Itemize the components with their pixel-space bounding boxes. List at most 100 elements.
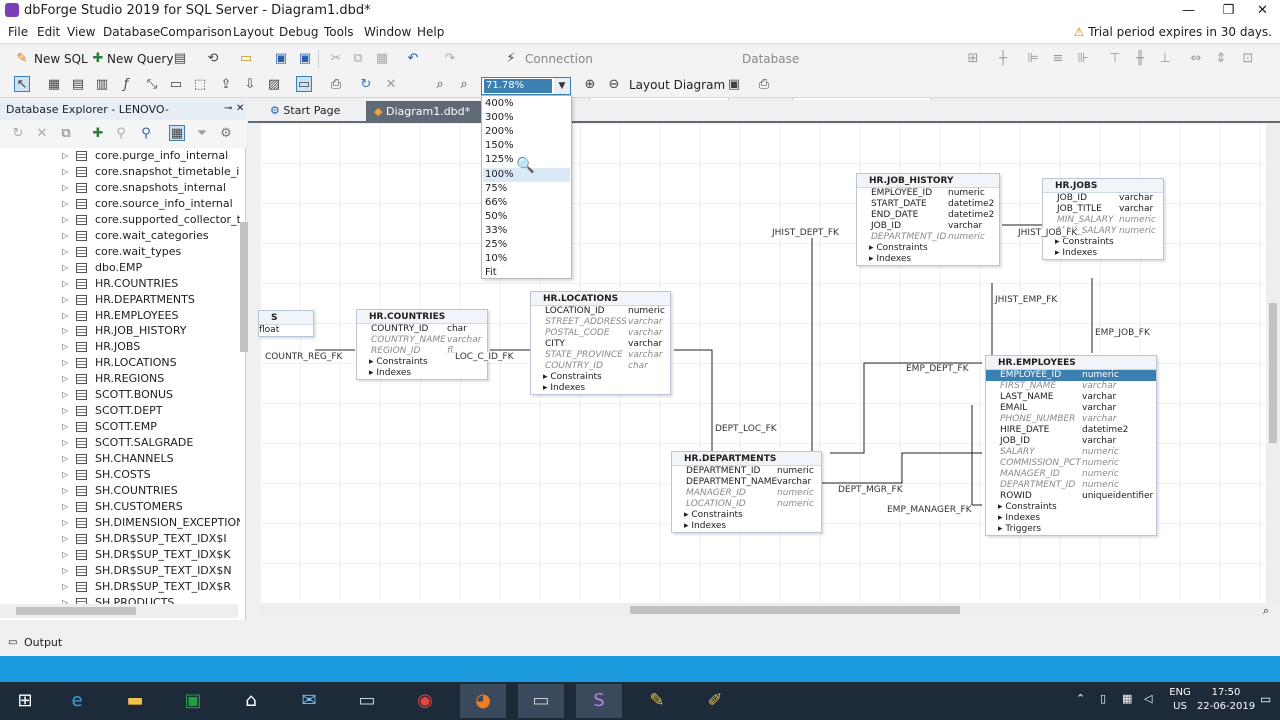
fk-label-jhist-job[interactable]: JHIST_JOB_FK bbox=[1018, 228, 1078, 238]
entity-title[interactable]: HR.COUNTRIES bbox=[357, 310, 487, 324]
scroll-thumb[interactable] bbox=[1269, 303, 1277, 443]
print-icon[interactable]: ⎙ bbox=[756, 77, 772, 93]
scroll-thumb[interactable] bbox=[16, 607, 136, 615]
expand-arrow-icon[interactable]: ▷ bbox=[62, 371, 68, 387]
tree-item[interactable]: ▷ core.wait_types bbox=[0, 244, 240, 260]
disconnect-icon[interactable]: ⚲ bbox=[113, 126, 129, 142]
fk-label-dept-mgr[interactable]: DEPT_MGR_FK bbox=[838, 485, 903, 495]
zoom-corner-icon[interactable]: ⌕ bbox=[1263, 604, 1269, 618]
page-setup-icon[interactable]: ▣ bbox=[726, 77, 742, 93]
scroll-thumb[interactable] bbox=[630, 606, 960, 614]
expand-arrow-icon[interactable]: ▷ bbox=[62, 339, 68, 355]
refresh-doc-icon[interactable]: ⟲ bbox=[205, 51, 221, 67]
pencil-app-icon[interactable]: ✐ bbox=[692, 684, 738, 718]
computer-icon[interactable]: ▭ bbox=[344, 684, 390, 718]
dbforge-task-icon[interactable]: S bbox=[576, 684, 622, 718]
expand-arrow-icon[interactable]: ▷ bbox=[62, 563, 68, 579]
folder-open-icon[interactable]: ▭ bbox=[238, 51, 254, 67]
entity-section[interactable]: ▸ Triggers bbox=[986, 524, 1156, 535]
zoom-option[interactable]: Fit bbox=[483, 266, 570, 280]
settings-icon[interactable]: ⚙ bbox=[218, 126, 234, 142]
properties-icon[interactable]: ⧉ bbox=[58, 126, 74, 142]
tree-item[interactable]: ▷ HR.JOB_HISTORY bbox=[0, 323, 240, 339]
tree-item[interactable]: ▷ HR.DEPARTMENTS bbox=[0, 292, 240, 308]
column-row[interactable]: JOB_ID varchar bbox=[857, 221, 999, 232]
entity-section[interactable]: ▸ Constraints bbox=[1043, 237, 1163, 248]
column-row[interactable]: END_DATE datetime2 bbox=[857, 210, 999, 221]
note-tool-icon[interactable]: ▭ bbox=[168, 77, 184, 93]
menu-view[interactable]: View bbox=[67, 25, 95, 39]
language-indicator[interactable]: ENG US bbox=[1164, 686, 1196, 714]
mail-icon[interactable]: ✉ bbox=[286, 684, 332, 718]
tool-app-icon[interactable]: ✎ bbox=[634, 684, 680, 718]
store-icon[interactable]: ▣ bbox=[170, 684, 216, 718]
menu-comparison[interactable]: Comparison bbox=[160, 25, 232, 39]
entity-employees[interactable]: HR.EMPLOYEES EMPLOYEE_ID numeric FIRST_NAME… bbox=[985, 355, 1157, 536]
fk-label-jhist-dept[interactable]: JHIST_DEPT_FK bbox=[772, 228, 839, 238]
expand-arrow-icon[interactable]: ▷ bbox=[62, 451, 68, 467]
column-row[interactable]: STREET_ADDRESS varchar bbox=[531, 317, 670, 328]
entity-title[interactable]: HR.EMPLOYEES bbox=[986, 356, 1156, 370]
column-row[interactable]: CITY varchar bbox=[531, 339, 670, 350]
entity-job-history[interactable]: HR.JOB_HISTORY EMPLOYEE_ID numeric START_DA… bbox=[856, 173, 1000, 266]
tree-item[interactable]: ▷ core.supported_collector_types bbox=[0, 212, 240, 228]
zoom-search-icon[interactable]: ⌕ bbox=[456, 77, 472, 93]
minimize-button[interactable]: — bbox=[1166, 0, 1211, 22]
align-right-icon[interactable]: ⊪ bbox=[1075, 51, 1091, 67]
tree-item[interactable]: ▷ SH.COSTS bbox=[0, 467, 240, 483]
column-row[interactable]: COMMISSION_PCT numeric bbox=[986, 458, 1156, 469]
fk-label-emp-manager[interactable]: EMP_MANAGER_FK bbox=[887, 505, 972, 515]
expand-arrow-icon[interactable]: ▷ bbox=[62, 292, 68, 308]
expand-arrow-icon[interactable]: ▷ bbox=[62, 387, 68, 403]
pin-icon[interactable]: ⊸ bbox=[224, 103, 232, 114]
tree-item[interactable]: ▷ SH.CHANNELS bbox=[0, 451, 240, 467]
expand-arrow-icon[interactable]: ▷ bbox=[62, 164, 68, 180]
view-tool-icon[interactable]: ▤ bbox=[70, 77, 86, 93]
function-tool-icon[interactable]: ƒ bbox=[118, 77, 134, 93]
expand-arrow-icon[interactable]: ▷ bbox=[62, 403, 68, 419]
tab-start-page[interactable]: ⚙ Start Page bbox=[270, 102, 340, 120]
column-row[interactable]: COUNTRY_NAME varchar bbox=[357, 335, 487, 346]
expand-arrow-icon[interactable]: ▷ bbox=[62, 419, 68, 435]
entity-section[interactable]: ▸ Constraints bbox=[857, 243, 999, 254]
comment-tool-icon[interactable]: ▭ bbox=[296, 76, 312, 92]
column-row[interactable]: EMPLOYEE_ID numeric bbox=[857, 188, 999, 199]
new-connection-icon[interactable]: ✚ bbox=[90, 126, 106, 142]
entity-title[interactable]: HR.DEPARTMENTS bbox=[672, 452, 821, 466]
entity-regions[interactable]: Sfloat bbox=[258, 310, 314, 337]
volume-icon[interactable]: ◁ bbox=[1144, 692, 1152, 705]
firefox-icon[interactable]: ◕ bbox=[460, 684, 506, 718]
explorer-vscroll-thumb[interactable] bbox=[240, 222, 248, 352]
menu-file[interactable]: File bbox=[8, 25, 28, 39]
entity-departments[interactable]: HR.DEPARTMENTS DEPARTMENT_ID numeric DEPART… bbox=[671, 451, 822, 533]
panel-close-icon[interactable]: ✕ bbox=[236, 103, 244, 114]
expand-arrow-icon[interactable]: ▷ bbox=[62, 499, 68, 515]
tree-item[interactable]: ▷ HR.COUNTRIES bbox=[0, 276, 240, 292]
entity-section[interactable]: ▸ Indexes bbox=[857, 254, 999, 265]
edge-browser-icon[interactable]: e bbox=[54, 684, 100, 718]
expand-arrow-icon[interactable]: ▷ bbox=[62, 595, 68, 604]
expand-arrow-icon[interactable]: ▷ bbox=[62, 308, 68, 324]
tree-item[interactable]: ▷ dbo.EMP bbox=[0, 260, 240, 276]
align-middle-icon[interactable]: ≡ bbox=[1050, 51, 1066, 67]
column-row[interactable]: JOB_ID varchar bbox=[1043, 193, 1163, 204]
column-row[interactable]: LOCATION_ID numeric bbox=[672, 499, 821, 510]
column-row[interactable]: DEPARTMENT_ID numeric bbox=[986, 480, 1156, 491]
open-icon[interactable]: ▤ bbox=[172, 51, 188, 67]
expand-arrow-icon[interactable]: ▷ bbox=[62, 148, 68, 164]
tree-item[interactable]: ▷ SCOTT.DEPT bbox=[0, 403, 240, 419]
column-row[interactable]: COUNTRY_ID char bbox=[531, 361, 670, 372]
filter-icon[interactable]: ⏷ bbox=[194, 126, 210, 142]
menu-layout[interactable]: Layout bbox=[233, 25, 274, 39]
canvas-vscrollbar[interactable] bbox=[1266, 123, 1280, 603]
expand-arrow-icon[interactable]: ▷ bbox=[62, 244, 68, 260]
expand-arrow-icon[interactable]: ▷ bbox=[62, 260, 68, 276]
entity-section[interactable]: ▸ Indexes bbox=[986, 513, 1156, 524]
tree-item[interactable]: ▷ core.wait_categories bbox=[0, 228, 240, 244]
entity-jobs[interactable]: HR.JOBS JOB_ID varchar JOB_TITLE varchar MIN_… bbox=[1042, 178, 1164, 260]
image-tool-icon[interactable]: ▨ bbox=[266, 77, 282, 93]
column-row[interactable]: SALARY numeric bbox=[986, 447, 1156, 458]
layout-diagram-button[interactable]: Layout Diagram bbox=[629, 78, 725, 92]
zoom-option[interactable]: 400% bbox=[483, 97, 570, 111]
export-icon[interactable]: ⇪ bbox=[218, 77, 234, 93]
